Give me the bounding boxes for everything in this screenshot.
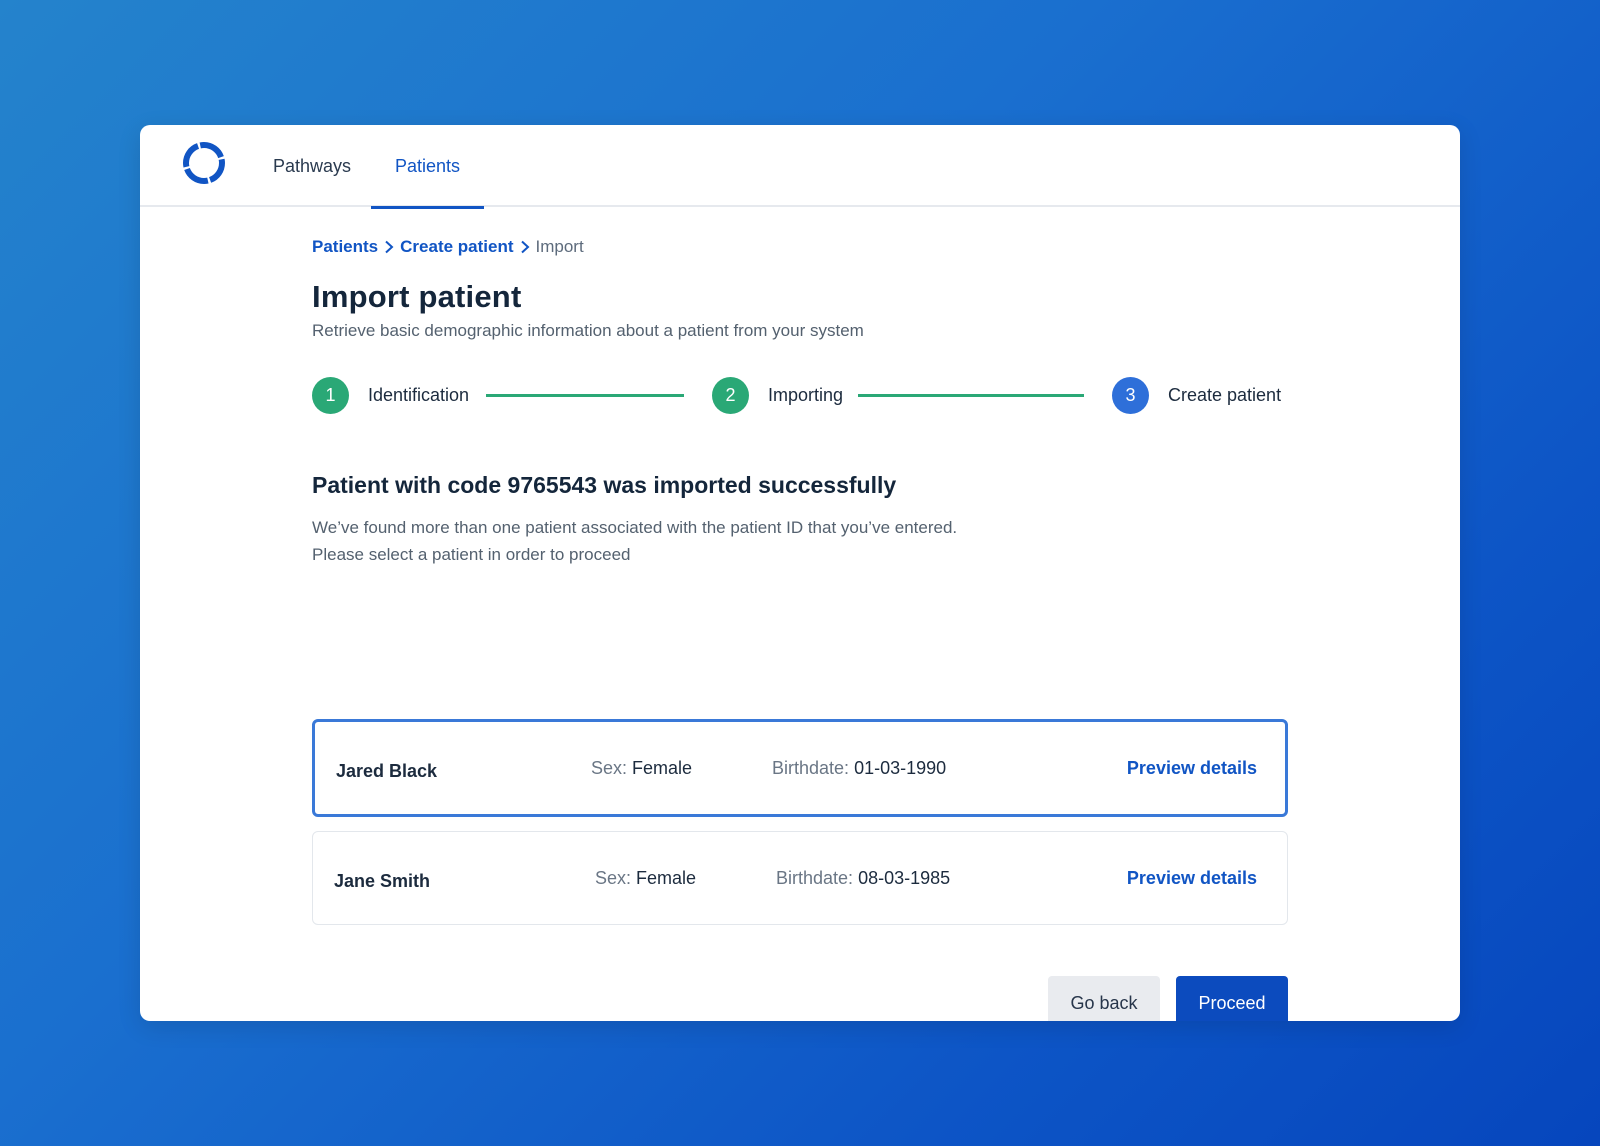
preview-details-link[interactable]: Preview details [1127,868,1257,889]
preview-details-link[interactable]: Preview details [1127,758,1257,779]
step-1-label: Identification [368,385,470,405]
import-result-message: We’ve found more than one patient associ… [312,514,957,568]
birthdate-value: 01-03-1990 [854,758,947,778]
import-result-title: Patient with code 9765543 was imported s… [312,472,897,498]
proceed-button[interactable]: Proceed [1176,976,1288,1021]
patient-sex: Sex: Female [591,758,692,779]
result-message-line-1: We’ve found more than one patient associ… [312,518,958,537]
tab-pathways[interactable]: Pathways [264,125,360,207]
birthdate-label: Birthdate: [776,868,854,888]
breadcrumb-create-patient-link[interactable]: Create patient [400,237,513,257]
breadcrumb-current: Import [535,237,584,256]
patient-option-card[interactable]: Jane Smith Sex: Female Birthdate: 08-03-… [312,831,1288,925]
patient-birthdate: Birthdate: 08-03-1985 [776,868,950,889]
step-2-label: Importing [768,385,844,405]
top-navigation-bar: Pathways Patients [140,125,1460,209]
patient-option-card[interactable]: Jared Black Sex: Female Birthdate: 01-03… [312,719,1288,817]
birthdate-value: 08-03-1985 [858,868,951,888]
go-back-button[interactable]: Go back [1048,976,1160,1021]
app-logo-icon[interactable] [180,139,228,187]
birthdate-label: Birthdate: [772,758,850,778]
sex-label: Sex: [591,758,628,778]
patient-sex: Sex: Female [595,868,696,889]
step-connector-1 [486,394,684,397]
step-3-label: Create patient [1168,385,1282,405]
app-window: Pathways Patients Patients Create patien… [140,125,1460,1021]
sex-label: Sex: [595,868,632,888]
step-connector-2 [858,394,1084,397]
sex-value: Female [636,868,697,888]
tab-patients[interactable]: Patients [371,125,484,209]
chevron-right-icon [378,239,400,255]
sex-value: Female [632,758,693,778]
step-1-circle: 1 [312,377,349,414]
breadcrumb: Patients Create patient Import [312,237,584,257]
patient-name: Jared Black [336,761,438,781]
import-stepper: 1 Identification 2 Importing 3 Create pa… [312,375,1288,415]
step-3-circle: 3 [1112,377,1149,414]
patient-name: Jane Smith [334,871,431,891]
result-message-line-2: Please select a patient in order to proc… [312,545,631,564]
patient-birthdate: Birthdate: 01-03-1990 [772,758,946,779]
step-2-circle: 2 [712,377,749,414]
page-subtitle: Retrieve basic demographic information a… [312,321,864,340]
chevron-right-icon [514,239,536,255]
page-title: Import patient [312,279,522,314]
breadcrumb-patients-link[interactable]: Patients [312,237,378,257]
